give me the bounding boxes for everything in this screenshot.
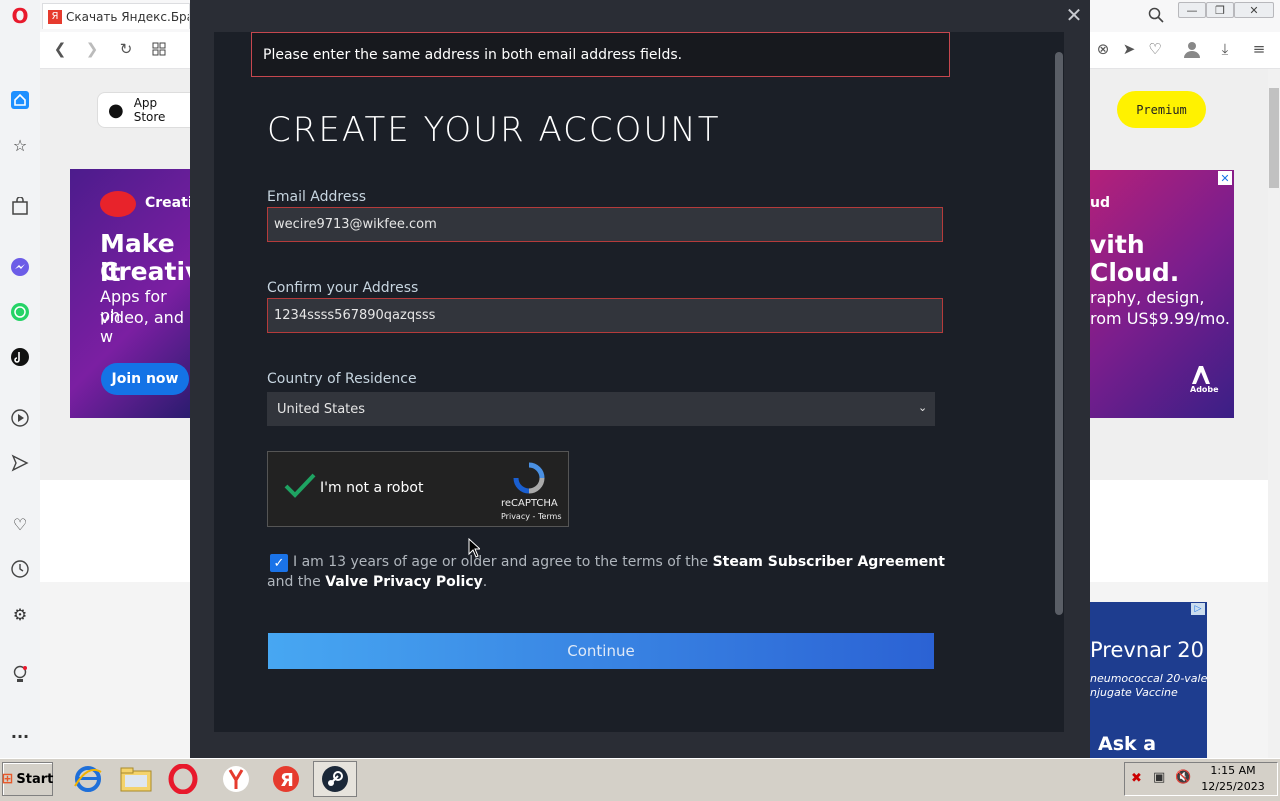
- star-icon[interactable]: ☆: [8, 133, 32, 157]
- network-error-icon[interactable]: ✖: [1131, 771, 1142, 786]
- svg-text:Я: Я: [280, 770, 294, 791]
- dialog-scroll-thumb[interactable]: [1055, 52, 1063, 615]
- bag-icon[interactable]: [8, 194, 32, 218]
- checkmark-icon: [284, 473, 316, 498]
- ad-headline-1: vith: [1090, 230, 1145, 259]
- home-icon[interactable]: [8, 88, 32, 112]
- ad-body-2: rom US$9.99/mo.: [1090, 309, 1230, 328]
- yandex-browser-icon[interactable]: Я: [264, 761, 308, 797]
- more-icon[interactable]: ···: [8, 724, 32, 748]
- file-explorer-icon[interactable]: [114, 761, 158, 797]
- prevnar-ad[interactable]: Prevnar 20 neumococcal 20-valent njugate…: [1090, 602, 1207, 758]
- ad-brand: Creativ: [145, 195, 190, 211]
- page-scroll-thumb[interactable]: [1269, 88, 1279, 188]
- start-label: Start: [16, 771, 54, 787]
- valve-privacy-policy-link[interactable]: Valve Privacy Policy: [325, 574, 483, 590]
- opera-taskbar-icon[interactable]: [161, 761, 205, 797]
- prevnar-line-2: njugate Vaccine: [1090, 686, 1178, 699]
- internet-explorer-icon[interactable]: [66, 761, 110, 797]
- download-icon[interactable]: ⤓: [1214, 38, 1236, 60]
- tiktok-icon[interactable]: [8, 345, 32, 369]
- adobe-ad-left[interactable]: Creativ Make it Creativ Apps for ph vide…: [70, 169, 190, 418]
- email-label: Email Address: [267, 189, 367, 205]
- chevron-down-icon: ⌄: [918, 401, 928, 414]
- continue-button[interactable]: Continue: [268, 633, 934, 669]
- minimize-button[interactable]: —: [1178, 2, 1206, 18]
- heart-icon[interactable]: ♡: [8, 512, 32, 536]
- page-title: CREATE YOUR ACCOUNT: [267, 110, 721, 150]
- history-icon[interactable]: [8, 557, 32, 581]
- reload-icon[interactable]: ↻: [115, 38, 137, 60]
- clock-date[interactable]: 12/25/2023: [1194, 780, 1272, 793]
- prevnar-line-1: neumococcal 20-valent: [1090, 672, 1207, 685]
- settings-icon[interactable]: ⚙: [8, 602, 32, 626]
- send-icon[interactable]: [8, 451, 32, 475]
- confirm-email-label: Confirm your Address: [267, 280, 419, 296]
- prevnar-cta: Ask a: [1098, 733, 1157, 755]
- recaptcha-label: I'm not a robot: [320, 480, 424, 496]
- adobe-logo-text: Adobe: [1190, 385, 1219, 394]
- email-field[interactable]: wecire9713@wikfee.com: [267, 207, 943, 242]
- recaptcha-widget[interactable]: I'm not a robot reCAPTCHA Privacy - Term…: [267, 451, 569, 527]
- adobe-ad-right[interactable]: ud vith Cloud. raphy, design, rom US$9.9…: [1090, 170, 1234, 418]
- volume-muted-icon[interactable]: 🔇: [1175, 770, 1191, 785]
- close-dialog-icon[interactable]: ✕: [1064, 3, 1084, 27]
- messenger-icon[interactable]: [8, 255, 32, 279]
- yandex-icon[interactable]: [214, 761, 258, 797]
- creative-cloud-logo-icon: [100, 191, 136, 217]
- adblock-icon[interactable]: ⊗: [1092, 38, 1114, 60]
- monitor-icon[interactable]: ▣: [1153, 770, 1165, 785]
- forward-icon[interactable]: ❯: [81, 38, 103, 60]
- close-window-button[interactable]: ✕: [1234, 2, 1274, 18]
- send-toolbar-icon[interactable]: ➤: [1118, 38, 1140, 60]
- confirm-email-field[interactable]: 1234ssss567890qazqsss: [267, 298, 943, 333]
- adobe-logo-icon: [1192, 366, 1210, 384]
- country-value: United States: [277, 401, 366, 417]
- windows-logo-icon: ⊞: [1, 771, 14, 787]
- ad-headline-2: Cloud.: [1090, 258, 1180, 287]
- recaptcha-links[interactable]: Privacy - Terms: [501, 512, 562, 521]
- ad-word: ud: [1090, 195, 1110, 211]
- back-icon[interactable]: ❮: [49, 38, 71, 60]
- bookmark-heart-icon[interactable]: ♡: [1144, 38, 1166, 60]
- adchoices-icon[interactable]: ▷: [1191, 603, 1205, 615]
- country-label: Country of Residence: [267, 371, 417, 387]
- clock-time[interactable]: 1:15 AM: [1198, 764, 1268, 777]
- ad-headline-2: Creativ: [100, 257, 190, 286]
- apple-icon: ●: [108, 99, 124, 121]
- app-store-label: App Store: [133, 96, 166, 124]
- tab-title: Скачать Яндекс.Браузе: [66, 9, 189, 24]
- premium-button[interactable]: Premium: [1117, 91, 1206, 128]
- terms-mid: and the: [267, 574, 321, 590]
- prevnar-title: Prevnar 20: [1090, 638, 1205, 662]
- tab-yandex-browser[interactable]: Я Скачать Яндекс.Браузе: [42, 3, 190, 29]
- profile-icon[interactable]: [1181, 38, 1203, 60]
- error-message: Please enter the same address in both em…: [251, 32, 950, 77]
- country-select[interactable]: United States ⌄: [267, 392, 935, 426]
- ad-body-2: video, and w: [100, 308, 184, 346]
- recaptcha-brand: reCAPTCHA: [501, 498, 558, 509]
- menu-icon[interactable]: ≡: [1248, 38, 1270, 60]
- mouse-cursor-icon: [468, 538, 480, 558]
- lightbulb-icon[interactable]: [8, 663, 32, 687]
- steam-icon[interactable]: [313, 761, 357, 797]
- recaptcha-logo-icon: [513, 462, 545, 494]
- tabs-grid-icon[interactable]: [148, 38, 170, 60]
- yandex-favicon-icon: Я: [48, 9, 62, 24]
- ad-close-icon[interactable]: ✕: [1218, 171, 1232, 185]
- opera-sidebar: O ☆ ♡ ⚙ ···: [0, 0, 41, 758]
- steam-subscriber-agreement-link[interactable]: Steam Subscriber Agreement: [713, 554, 945, 570]
- whatsapp-icon[interactable]: [8, 300, 32, 324]
- terms-agreement-text: I am 13 years of age or older and agree …: [267, 552, 947, 592]
- player-icon[interactable]: [8, 406, 32, 430]
- start-button[interactable]: ⊞ Start: [2, 762, 53, 796]
- terms-prefix: I am 13 years of age or older and agree …: [293, 554, 709, 570]
- join-now-button[interactable]: Join now: [101, 363, 189, 395]
- opera-logo-icon[interactable]: O: [8, 4, 32, 28]
- search-tabs-icon[interactable]: [1145, 4, 1167, 26]
- ad-body-1: raphy, design,: [1090, 288, 1205, 307]
- app-store-badge[interactable]: ● App Store: [97, 92, 192, 128]
- maximize-button[interactable]: ❐: [1206, 2, 1234, 18]
- terms-suffix: .: [482, 574, 488, 590]
